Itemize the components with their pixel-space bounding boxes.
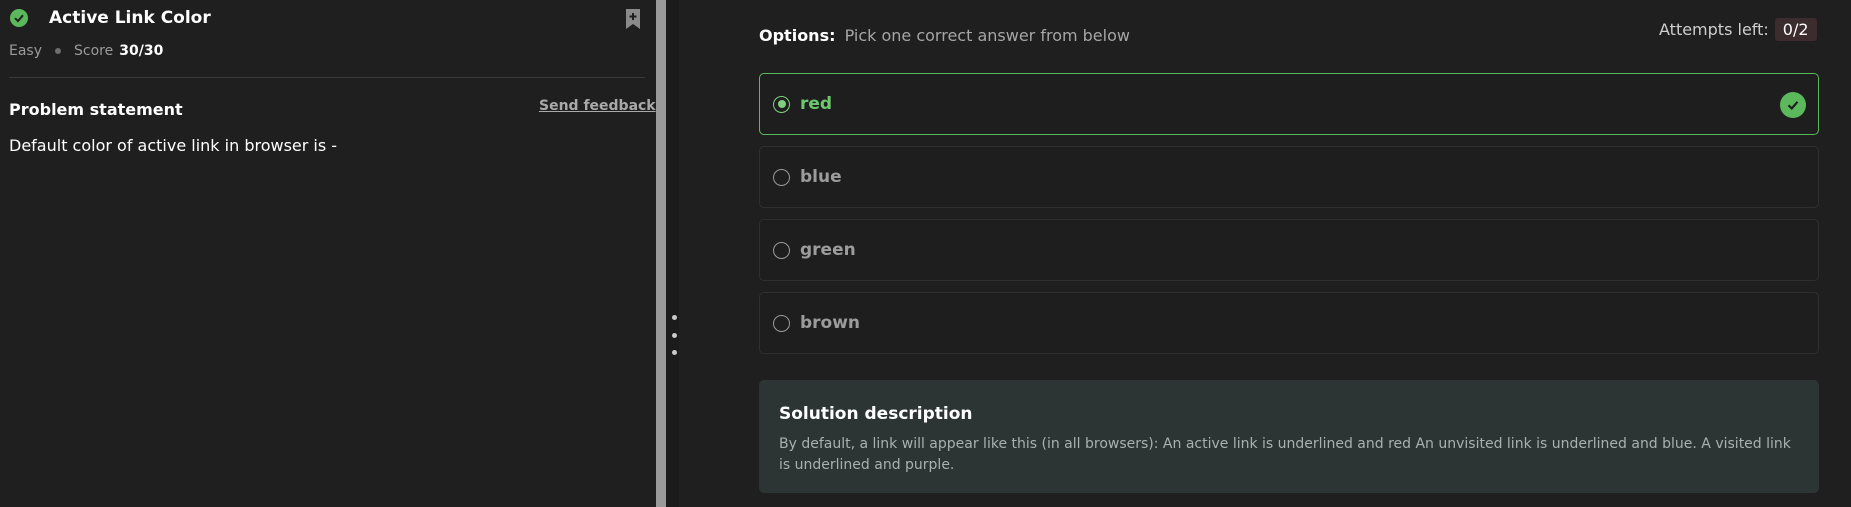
solved-check-icon [10,9,28,27]
solution-title: Solution description [779,404,973,424]
question-text: Default color of active link in browser … [9,136,338,155]
solution-box: Solution description By default, a link … [759,380,1819,493]
send-feedback-link[interactable]: Send feedback [539,98,656,114]
option-label: red [800,94,833,114]
problem-title: Active Link Color [49,8,211,28]
difficulty-label: Easy [9,43,43,59]
bookmark-icon[interactable] [623,8,643,30]
option-brown[interactable]: brown [759,292,1819,354]
option-blue[interactable]: blue [759,146,1819,208]
option-green[interactable]: green [759,219,1819,281]
option-red[interactable]: red [759,73,1819,135]
correct-check-icon [1780,92,1806,118]
drag-handle-icon[interactable] [671,315,677,355]
attempts-badge: 0/2 [1774,18,1817,41]
radio-icon[interactable] [773,241,790,259]
problem-panel: Active Link Color Easy Score 30/30 Probl… [0,0,656,507]
radio-icon[interactable] [773,168,790,186]
radio-icon[interactable] [773,314,790,332]
divider [9,77,645,78]
attempts-label: Attempts left: [1659,20,1769,39]
option-label: green [800,240,856,260]
problem-title-row: Active Link Color [10,8,211,28]
options-heading: Options: Pick one correct answer from be… [759,26,1130,45]
score-value: 30/30 [119,43,164,59]
panel-scrollbar[interactable] [656,0,666,507]
separator-dot [55,48,62,54]
option-label: blue [800,167,842,187]
answer-panel: Options: Pick one correct answer from be… [679,0,1851,507]
radio-selected-icon[interactable] [773,95,790,113]
option-label: brown [800,313,861,333]
problem-statement-heading: Problem statement [9,100,183,119]
attempts-left: Attempts left: 0/2 [1659,18,1817,41]
panel-splitter[interactable] [666,0,679,507]
options-hint: Pick one correct answer from below [844,26,1130,45]
score-label: Score [74,43,114,59]
solution-text: By default, a link will appear like this… [779,436,1791,473]
options-label: Options: [759,26,836,45]
problem-meta: Easy Score 30/30 [9,43,163,59]
